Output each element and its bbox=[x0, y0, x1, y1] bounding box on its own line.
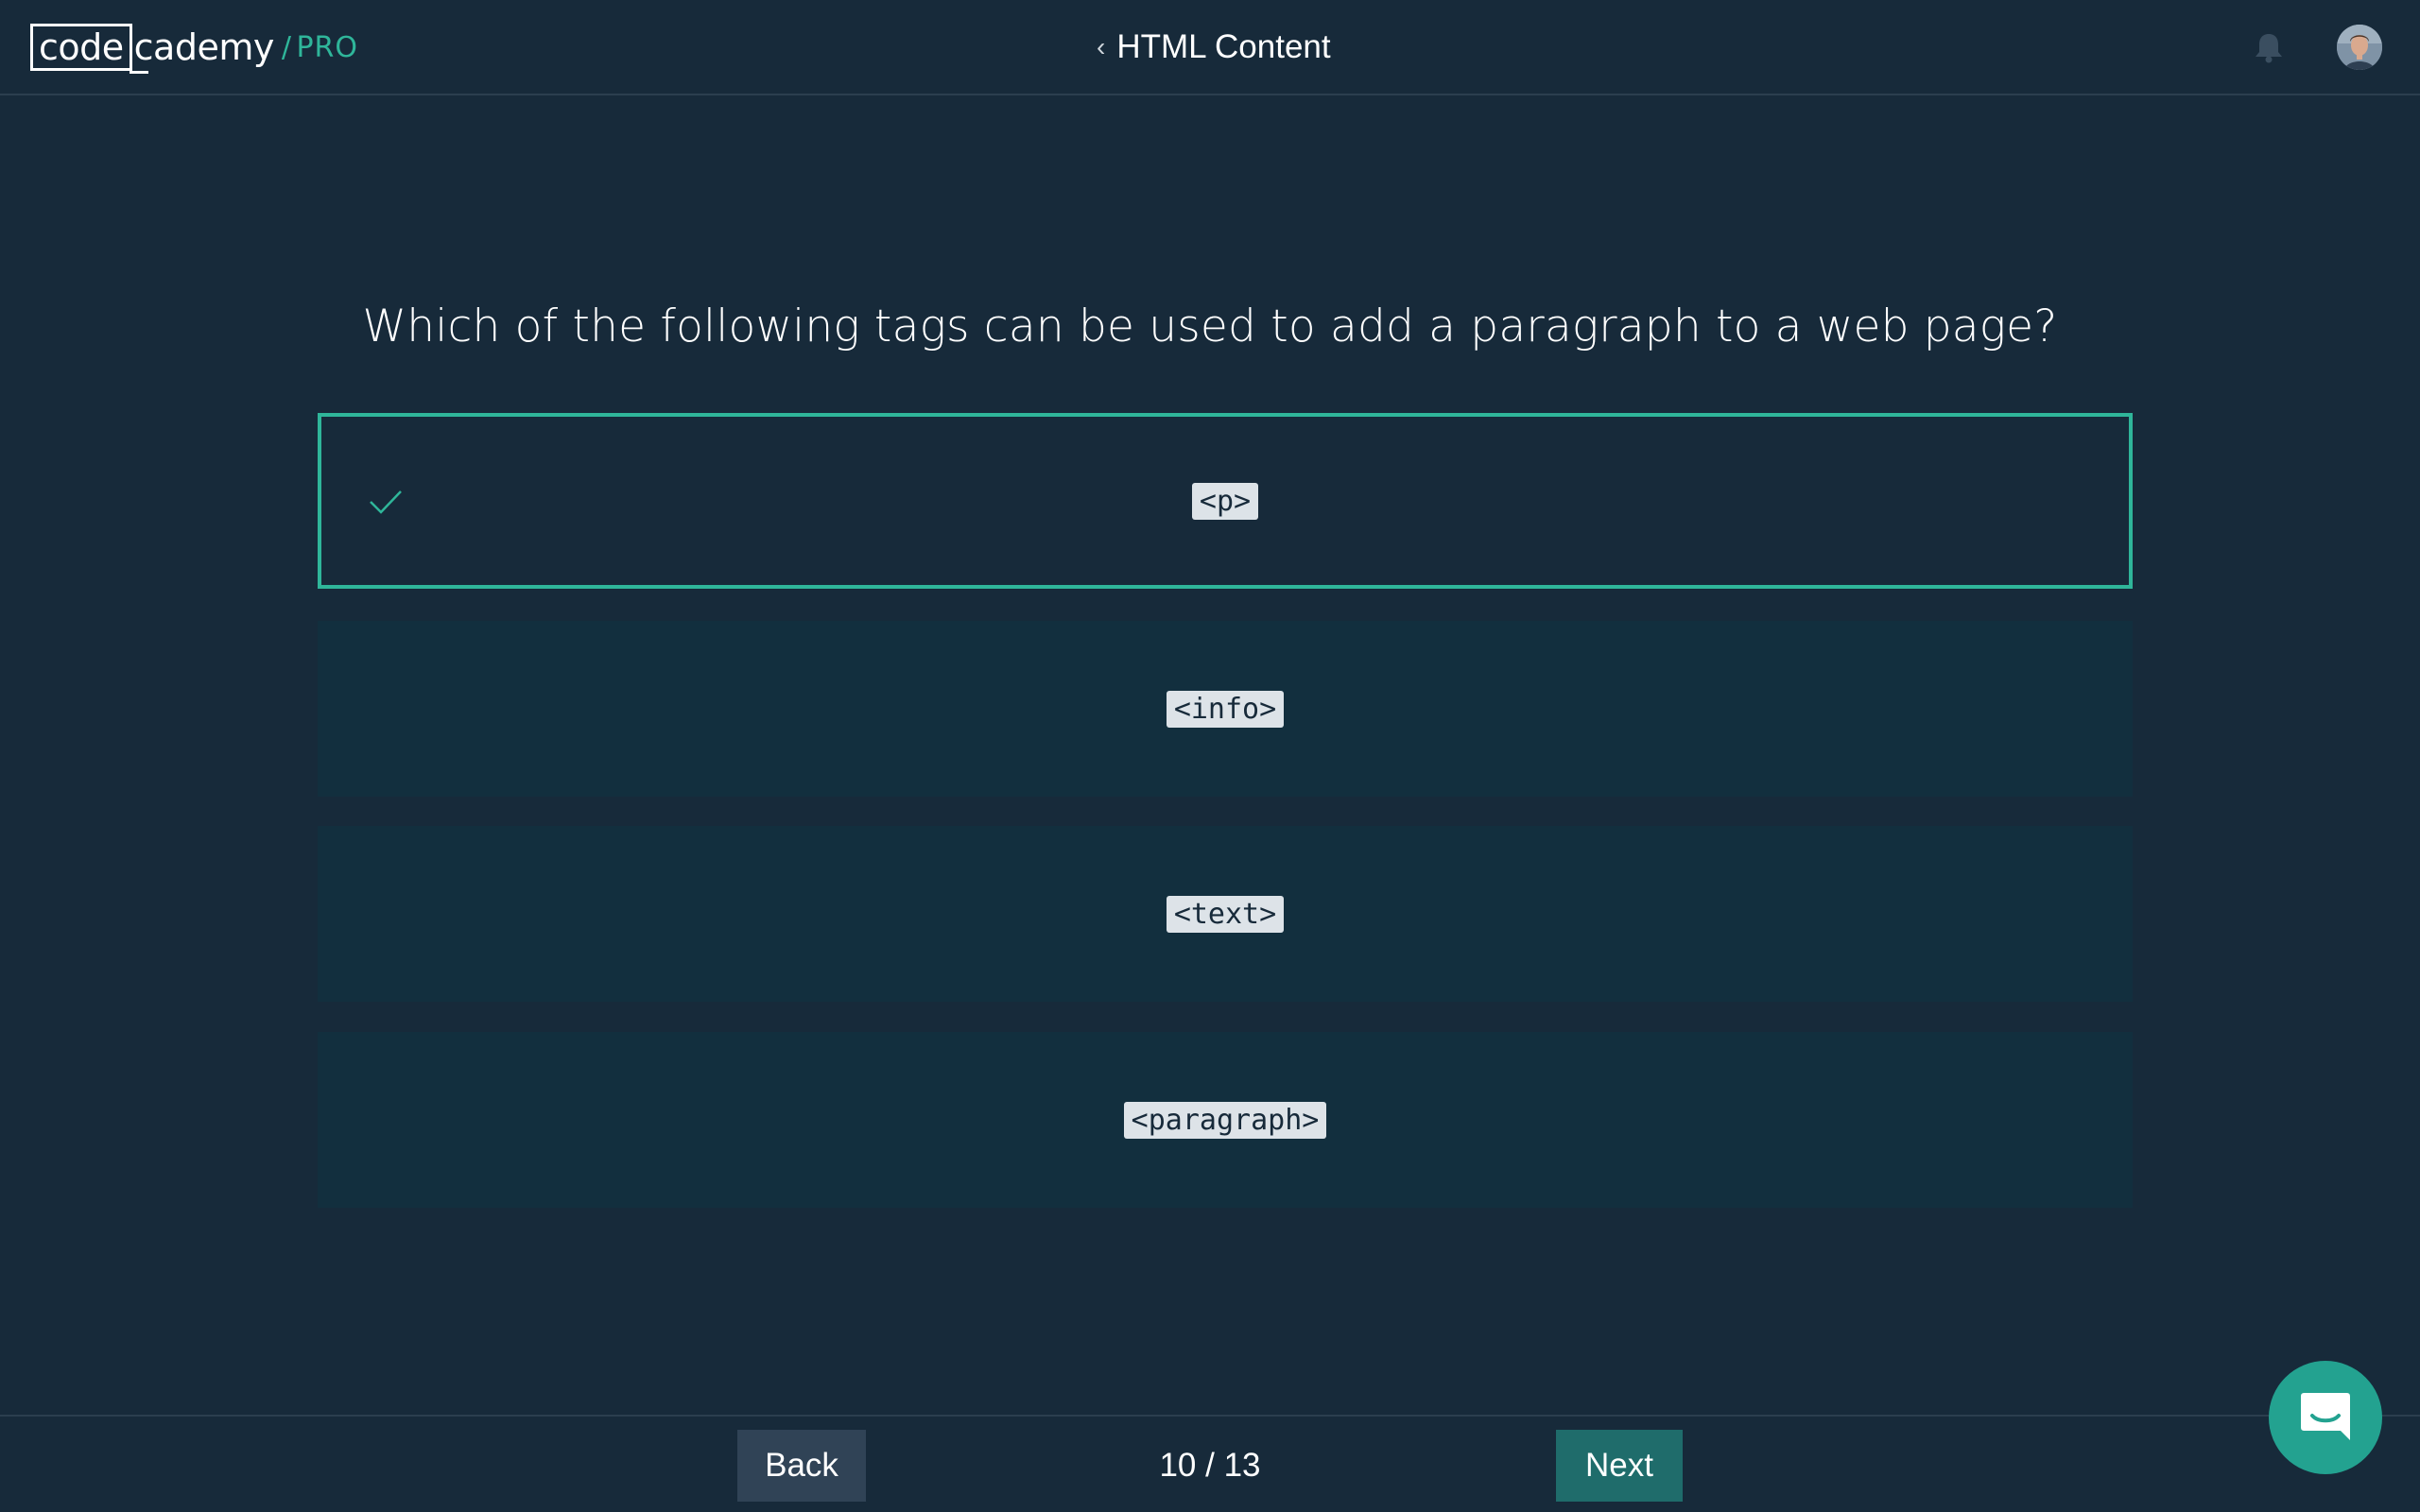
answer-option-label: <p> bbox=[1191, 482, 1259, 520]
avatar[interactable] bbox=[2337, 25, 2382, 70]
answer-option-2[interactable]: <info> bbox=[318, 621, 2133, 797]
quiz-footer: Back 10 / 13 Next bbox=[0, 1415, 2420, 1512]
course-nav-link[interactable]: ‹ HTML Content bbox=[1097, 21, 1331, 74]
question-progress: 10 / 13 bbox=[1159, 1447, 1261, 1484]
answer-option-1[interactable]: <p> bbox=[318, 413, 2133, 589]
answer-option-label: <info> bbox=[1166, 690, 1285, 728]
answer-option-label: <paragraph> bbox=[1123, 1101, 1327, 1139]
back-button[interactable]: Back bbox=[737, 1430, 866, 1502]
quiz-question: Which of the following tags can be used … bbox=[362, 301, 2058, 352]
chat-support-button[interactable] bbox=[2269, 1361, 2382, 1474]
logo-slash: / bbox=[281, 30, 291, 64]
answer-option-3[interactable]: <text> bbox=[318, 826, 2133, 1002]
logo-code-word: code bbox=[30, 24, 148, 74]
chevron-left-icon: ‹ bbox=[1097, 32, 1106, 61]
next-button[interactable]: Next bbox=[1556, 1430, 1683, 1502]
codecademy-pro-logo[interactable]: code cademy / PRO bbox=[30, 21, 358, 74]
course-title: HTML Content bbox=[1116, 28, 1331, 65]
bell-icon[interactable] bbox=[2250, 28, 2288, 66]
quiz-page: code cademy / PRO ‹ HTML Content Which o… bbox=[0, 0, 2420, 1512]
logo-cademy-word: cademy bbox=[133, 26, 275, 68]
top-bar: code cademy / PRO ‹ HTML Content bbox=[0, 0, 2420, 95]
answer-option-label: <text> bbox=[1166, 895, 1285, 933]
logo-pro-badge: PRO bbox=[296, 30, 359, 64]
answer-option-4[interactable]: <paragraph> bbox=[318, 1032, 2133, 1208]
checkmark-icon bbox=[367, 483, 405, 521]
chat-icon bbox=[2297, 1387, 2354, 1449]
